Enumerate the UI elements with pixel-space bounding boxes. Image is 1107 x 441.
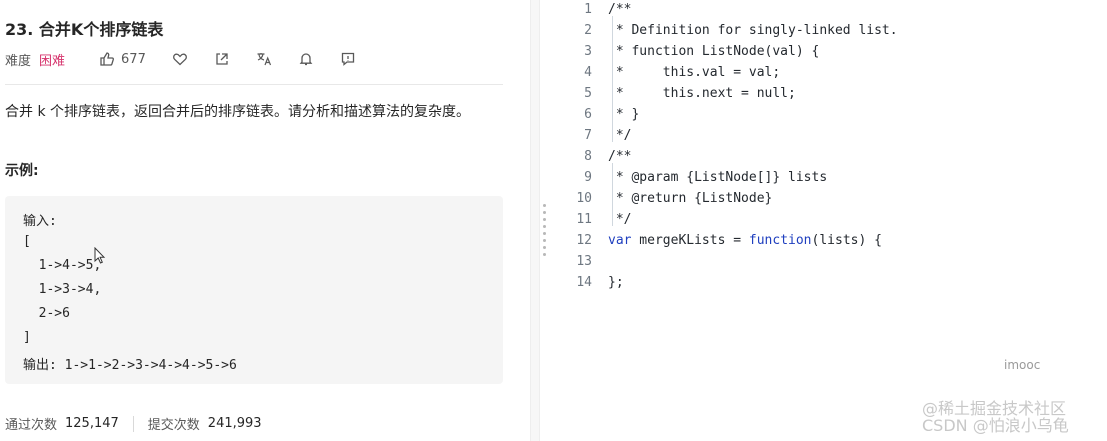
line-number: 13 — [576, 254, 592, 269]
code-text: /** — [608, 149, 632, 164]
line-number: 14 — [576, 275, 592, 290]
translate-button[interactable] — [256, 51, 272, 67]
editor-line[interactable]: 5 * this.next = null; — [552, 83, 1107, 104]
like-button[interactable]: 677 — [99, 51, 146, 67]
example-block: 输入: [ 1->4->5, 1->3->4, 2->6 ] 输出: 1->1-… — [5, 196, 503, 384]
line-number: 7 — [584, 128, 592, 143]
share-icon — [216, 53, 228, 65]
line-number: 3 — [584, 44, 592, 59]
editor-line[interactable]: 1 /** — [552, 0, 1107, 20]
code-text: }; — [608, 275, 624, 290]
example-line: [ — [23, 234, 31, 249]
line-number: 6 — [584, 107, 592, 122]
code-text: * } — [608, 107, 640, 122]
line-number: 12 — [576, 233, 592, 248]
csdn-watermark: @稀土掘金技术社区 CSDN @怕浪小乌龟 — [922, 400, 1069, 434]
favorite-icon — [172, 53, 187, 66]
problem-title: 23. 合并K个排序链表 — [5, 20, 164, 39]
editor-line[interactable]: 7 */ — [552, 125, 1107, 146]
code-text: * this.next = null; — [608, 86, 796, 101]
code-text: var mergeKLists = function(lists) { — [608, 233, 882, 248]
problem-meta: 难度 困难 677 — [5, 48, 382, 70]
example-heading: 示例: — [5, 163, 39, 179]
like-icon — [100, 52, 115, 66]
problem-panel: 23. 合并K个排序链表 难度 困难 677 合并 k 个排序链表，返回合并后的… — [0, 0, 530, 441]
line-number: 10 — [576, 191, 592, 206]
header-divider — [5, 84, 503, 85]
notify-button[interactable] — [298, 51, 314, 67]
panel-resize-handle[interactable] — [530, 0, 540, 441]
line-number: 8 — [584, 149, 592, 164]
feedback-button[interactable] — [340, 51, 356, 67]
accepted-count: 125,147 — [65, 416, 119, 431]
notify-icon — [299, 53, 313, 66]
editor-line[interactable]: 14}; — [552, 272, 1107, 293]
line-number: 9 — [584, 170, 592, 185]
line-number: 1 — [584, 2, 592, 17]
csdn-watermark-text: @稀土掘金技术社区 CSDN @怕浪小乌龟 — [922, 399, 1069, 435]
problem-description: 合并 k 个排序链表，返回合并后的排序链表。请分析和描述算法的复杂度。 — [5, 104, 471, 120]
accepted-label: 通过次数 — [5, 418, 58, 433]
code-text: * Definition for singly-linked list. — [608, 23, 898, 38]
example-line: 1->4->5, — [23, 258, 102, 273]
code-text: * function ListNode(val) { — [608, 44, 820, 59]
editor-line[interactable]: 8 /** — [552, 146, 1107, 167]
code-text: * @param {ListNode[]} lists — [608, 170, 828, 185]
feedback-icon — [341, 52, 355, 66]
editor-line[interactable]: 13 — [552, 251, 1107, 272]
drag-handle-icon[interactable] — [543, 204, 547, 260]
code-text: * this.val = val; — [608, 65, 781, 80]
code-editor[interactable]: 1 /** 2 * Definition for singly-linked lis… — [552, 0, 1107, 441]
example-line: 输入: — [23, 214, 57, 229]
imooc-watermark: imooc — [1004, 358, 1041, 372]
translate-icon — [257, 53, 271, 66]
submissions-count: 241,993 — [207, 416, 262, 431]
difficulty-label: 难度 — [5, 53, 32, 69]
line-number: 2 — [584, 23, 592, 38]
difficulty-badge: 困难 — [39, 53, 66, 69]
code-text: */ — [608, 128, 632, 143]
share-button[interactable] — [214, 51, 230, 67]
line-number: 5 — [584, 86, 592, 101]
editor-line[interactable]: 6 * } — [552, 104, 1107, 125]
example-line: 1->3->4, — [23, 282, 102, 297]
submissions-label: 提交次数 — [147, 418, 200, 433]
code-text: /** — [608, 2, 632, 17]
line-number: 4 — [584, 65, 592, 80]
submission-stats: 通过次数 125,147 提交次数 241,993 — [5, 414, 262, 433]
example-line: ] — [23, 330, 31, 345]
code-text: * @return {ListNode} — [608, 191, 773, 206]
favorite-button[interactable] — [172, 51, 188, 67]
stats-divider — [132, 415, 134, 432]
example-line: 2->6 — [23, 306, 70, 321]
editor-line[interactable]: 3 * function ListNode(val) { — [552, 41, 1107, 62]
mouse-cursor-icon — [94, 247, 106, 264]
editor-line[interactable]: 12 var mergeKLists = function(lists) { — [552, 230, 1107, 251]
example-line: 输出: 1->1->2->3->4->4->5->6 — [23, 358, 237, 373]
line-number: 11 — [576, 212, 592, 227]
editor-line[interactable]: 4 * this.val = val; — [552, 62, 1107, 83]
code-text: */ — [608, 212, 632, 227]
editor-line[interactable]: 11 */ — [552, 209, 1107, 230]
editor-line[interactable]: 10 * @return {ListNode} — [552, 188, 1107, 209]
editor-line[interactable]: 2 * Definition for singly-linked list. — [552, 20, 1107, 41]
editor-line[interactable]: 9 * @param {ListNode[]} lists — [552, 167, 1107, 188]
like-count: 677 — [121, 51, 146, 67]
